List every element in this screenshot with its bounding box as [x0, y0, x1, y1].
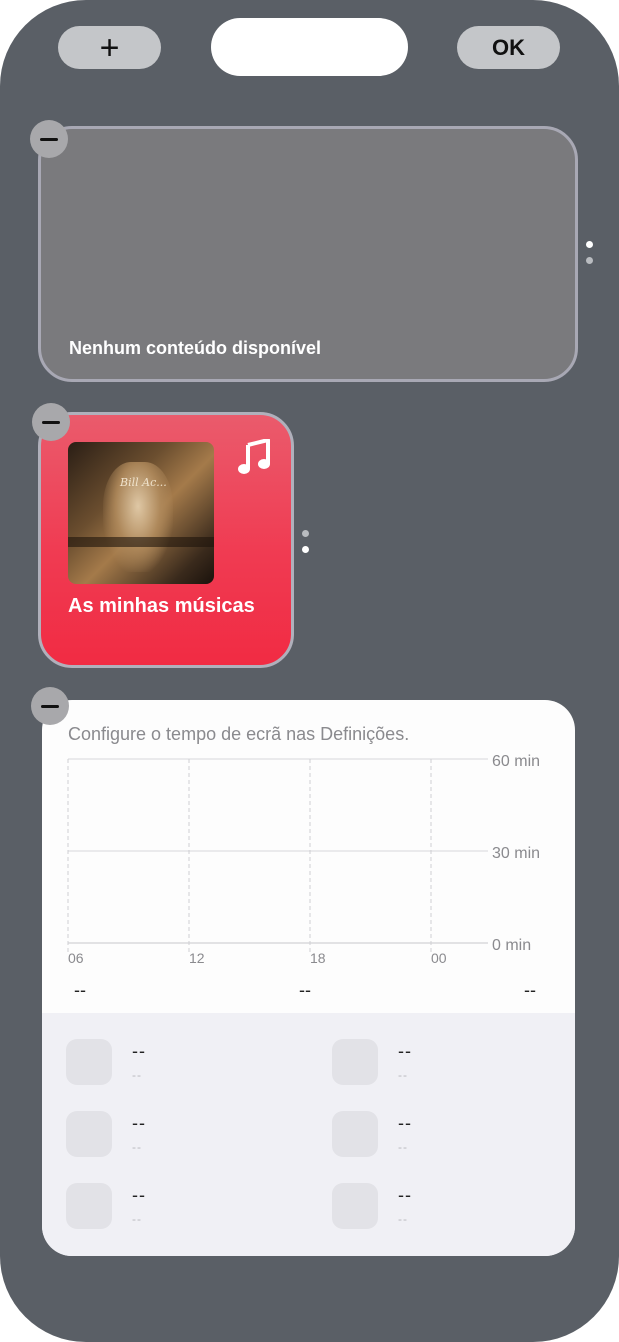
screen-time-widget[interactable]: Configure o tempo de ecrã nas Definições… [42, 700, 575, 1256]
screen-time-chart: 60 min 30 min 0 min 06 12 18 00 [67, 753, 540, 966]
app-usage-time: -- [132, 1041, 146, 1061]
app-usage-time: -- [132, 1185, 146, 1205]
music-widget[interactable]: Bill Ac... As minhas músicas [38, 412, 294, 668]
widget-stack-page-indicator [586, 241, 594, 264]
app-usage-sub: -- [398, 1212, 408, 1226]
app-usage-time: -- [398, 1041, 412, 1061]
total-value: -- [299, 980, 311, 1000]
album-artwork-text: Bill Ac... [120, 476, 167, 489]
x-axis-label: 00 [431, 950, 447, 966]
app-usage-sub: -- [132, 1212, 142, 1226]
app-usage-time: -- [132, 1113, 146, 1133]
app-usage-sub: -- [132, 1068, 142, 1082]
app-icon-placeholder [332, 1039, 378, 1085]
app-icon-placeholder [332, 1183, 378, 1229]
minus-icon [40, 137, 58, 141]
app-usage-sub: -- [398, 1068, 408, 1082]
app-icon-placeholder [66, 1183, 112, 1229]
total-value: -- [74, 980, 86, 1000]
x-axis-label: 12 [189, 950, 205, 966]
done-button[interactable]: OK [457, 26, 560, 69]
app-usage-panel: -- -- -- -- -- -- -- -- -- -- -- -- [42, 1013, 575, 1256]
app-usage-sub: -- [132, 1140, 142, 1154]
y-axis-label: 0 min [492, 937, 531, 954]
add-widget-button[interactable]: + [58, 26, 161, 69]
app-usage-sub: -- [398, 1140, 408, 1154]
dynamic-island [211, 18, 408, 76]
x-axis-label: 06 [68, 950, 84, 966]
empty-widget-message: Nenhum conteúdo disponível [69, 338, 322, 358]
remove-widget-button[interactable] [30, 120, 68, 158]
total-value: -- [524, 980, 536, 1000]
page-dot [302, 530, 309, 537]
app-usage-time: -- [398, 1185, 412, 1205]
x-axis-label: 18 [310, 950, 326, 966]
minus-icon [41, 704, 59, 708]
album-artwork[interactable]: Bill Ac... [68, 442, 214, 584]
remove-widget-button[interactable] [32, 403, 70, 441]
home-screen-edit-mode: + OK Nenhum conteúdo disponível Bill Ac.… [0, 0, 619, 1342]
app-icon-placeholder [66, 1039, 112, 1085]
widget-stack-page-indicator [302, 530, 310, 553]
page-dot-active [586, 241, 593, 248]
y-axis-label: 60 min [492, 753, 540, 770]
app-icon-placeholder [332, 1111, 378, 1157]
music-widget-title: As minhas músicas [68, 595, 255, 617]
music-note-icon [238, 439, 270, 474]
minus-icon [42, 420, 60, 424]
app-icon-placeholder [66, 1111, 112, 1157]
app-usage-time: -- [398, 1113, 412, 1133]
remove-widget-button[interactable] [31, 687, 69, 725]
y-axis-label: 30 min [492, 845, 540, 862]
page-dot-active [302, 546, 309, 553]
page-dot [586, 257, 593, 264]
empty-widget[interactable]: Nenhum conteúdo disponível [38, 126, 578, 382]
